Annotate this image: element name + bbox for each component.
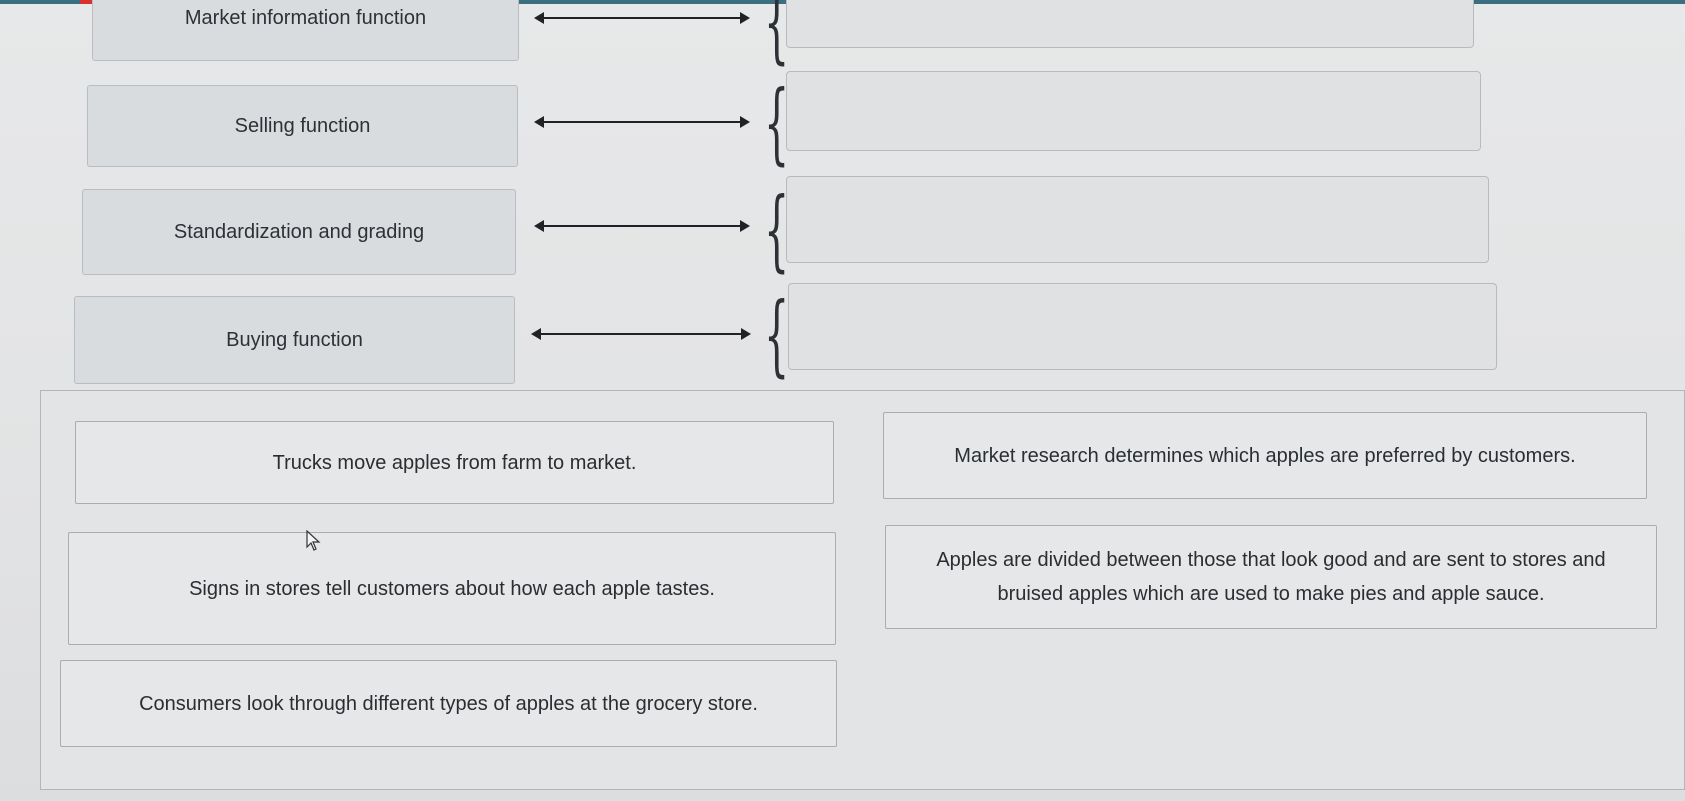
drop-zone-selling[interactable]: [786, 71, 1481, 151]
answer-card-consumers[interactable]: Consumers look through different types o…: [60, 660, 837, 747]
match-label-selling: Selling function: [87, 85, 518, 167]
match-label-text: Buying function: [226, 328, 363, 351]
answer-card-text: Consumers look through different types o…: [139, 692, 758, 715]
answer-card-text: Market research determines which apples …: [954, 444, 1576, 467]
drop-zone-buying[interactable]: [788, 283, 1497, 370]
double-arrow-icon: [534, 220, 750, 232]
left-brace-icon: {: [764, 283, 790, 386]
answer-card-signs[interactable]: Signs in stores tell customers about how…: [68, 532, 836, 645]
answer-card-trucks[interactable]: Trucks move apples from farm to market.: [75, 421, 834, 504]
answer-card-grading[interactable]: Apples are divided between those that lo…: [885, 525, 1657, 629]
double-arrow-icon: [531, 328, 751, 340]
drop-zone-standardization[interactable]: [786, 176, 1489, 263]
match-label-buying: Buying function: [74, 296, 515, 384]
answer-card-text: Apples are divided between those that lo…: [936, 549, 1606, 605]
match-label-text: Standardization and grading: [173, 220, 425, 243]
double-arrow-icon: [534, 116, 750, 128]
drop-zone-market-information[interactable]: [786, 0, 1474, 48]
answer-card-market-research[interactable]: Market research determines which apples …: [883, 412, 1647, 499]
double-arrow-icon: [534, 12, 750, 24]
match-label-text: Selling function: [234, 114, 371, 137]
answer-card-text: Signs in stores tell customers about how…: [189, 577, 715, 600]
answer-card-text: Trucks move apples from farm to market.: [272, 451, 637, 474]
mouse-pointer-icon: [306, 530, 321, 551]
match-label-market-information: Market information function: [92, 0, 519, 61]
match-label-text: Market information function: [184, 7, 427, 29]
match-label-standardization: Standardization and grading: [82, 189, 516, 275]
matching-activity-page: Market information function { Selling fu…: [0, 0, 1685, 801]
